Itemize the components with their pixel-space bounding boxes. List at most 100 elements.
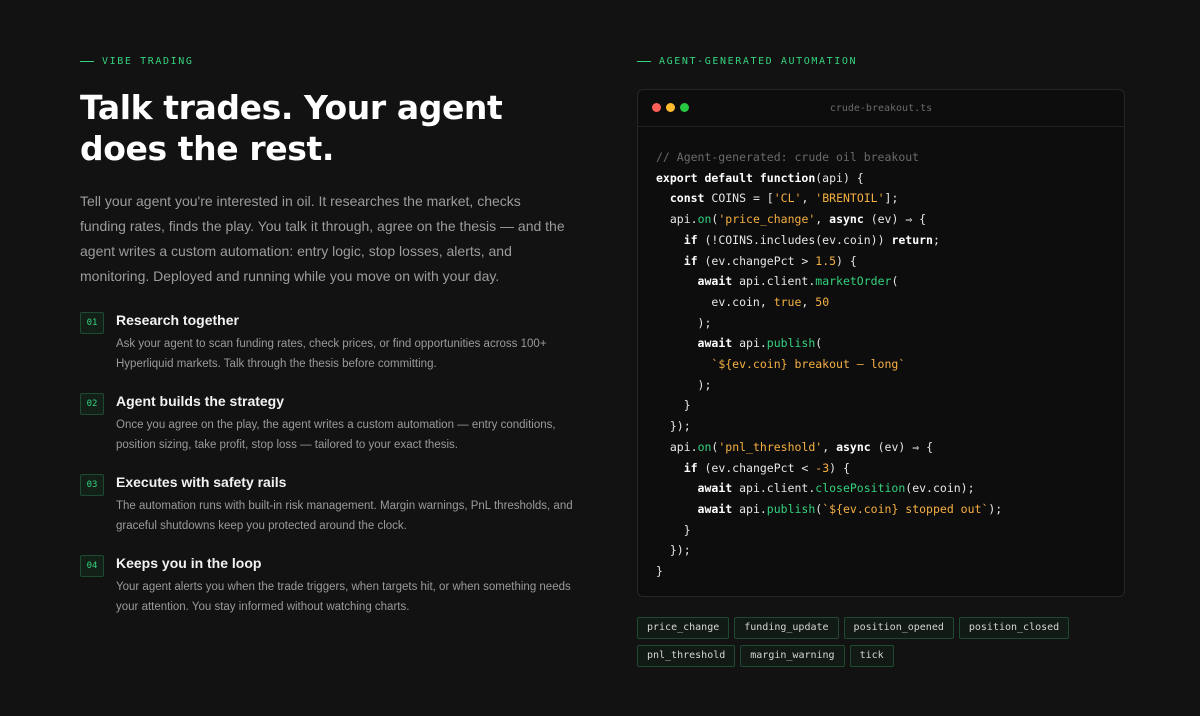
code-function: marketOrder xyxy=(815,274,892,289)
maximize-dot-icon xyxy=(680,103,689,112)
step-body: Agent builds the strategy Once you agree… xyxy=(116,392,576,455)
step-description: Once you agree on the play, the agent wr… xyxy=(116,419,556,451)
step-number-badge: 02 xyxy=(80,393,104,415)
section-eyebrow: AGENT-GENERATED AUTOMATION xyxy=(637,56,1125,67)
code-number: 50 xyxy=(815,294,830,309)
step-number-badge: 03 xyxy=(80,474,104,496)
code-number: 1.5 xyxy=(815,253,837,268)
code-boolean: true xyxy=(773,294,802,309)
code-block[interactable]: // Agent-generated: crude oil breakout e… xyxy=(638,127,1124,582)
code-window[interactable]: crude-breakout.ts // Agent-generated: cr… xyxy=(637,89,1125,597)
code-text: } xyxy=(656,564,663,579)
code-text: ); xyxy=(988,501,1003,516)
code-text: api.client. xyxy=(732,274,816,289)
code-string: 'CL' xyxy=(773,191,802,206)
steps-list: 01 Research together Ask your agent to s… xyxy=(80,311,580,617)
code-string: 'pnl_threshold' xyxy=(718,439,823,454)
code-text: ; xyxy=(932,232,940,247)
code-text: ) { xyxy=(829,460,850,475)
window-controls xyxy=(652,103,694,112)
step-number-badge: 04 xyxy=(80,555,104,577)
code-keyword: const xyxy=(669,191,705,206)
step-title: Research together xyxy=(116,312,239,328)
step-description: The automation runs with built-in risk m… xyxy=(116,500,573,532)
code-text: , xyxy=(822,439,837,454)
code-text: }); xyxy=(669,419,691,434)
event-tag[interactable]: funding_update xyxy=(734,617,839,639)
code-string: 'BRENTOIL' xyxy=(815,191,885,206)
code-number: -3 xyxy=(815,460,830,475)
code-text: (ev.changePct > xyxy=(697,253,816,268)
code-text: (ev.changePct < xyxy=(697,460,816,475)
code-text: ( xyxy=(815,336,823,351)
code-text: ev.coin, xyxy=(711,294,774,309)
event-tag[interactable]: price_change xyxy=(637,617,730,639)
code-keyword: await xyxy=(697,481,733,496)
code-function: on xyxy=(697,439,712,454)
code-text: api. xyxy=(669,212,698,227)
section-eyebrow: VIBE TRADING xyxy=(80,56,580,67)
code-function: on xyxy=(697,212,712,227)
code-string: `${ev.coin} breakout — long` xyxy=(711,357,906,372)
step-item: 03 Executes with safety rails The automa… xyxy=(80,473,580,536)
code-keyword: return xyxy=(891,232,933,247)
code-text: ); xyxy=(697,377,712,392)
event-tag[interactable]: pnl_threshold xyxy=(637,645,736,667)
eyebrow-text: VIBE TRADING xyxy=(102,56,194,67)
code-text: api. xyxy=(732,336,767,351)
code-text: (ev) ⇒ { xyxy=(870,439,934,454)
code-text: ]; xyxy=(884,191,899,206)
eyebrow-dash xyxy=(637,61,651,62)
step-title: Keeps you in the loop xyxy=(116,555,262,571)
step-description: Your agent alerts you when the trade tri… xyxy=(116,581,571,613)
close-dot-icon xyxy=(652,103,661,112)
code-showcase: AGENT-GENERATED AUTOMATION crude-breakou… xyxy=(637,56,1125,673)
event-tag[interactable]: position_opened xyxy=(843,617,954,639)
step-body: Keeps you in the loop Your agent alerts … xyxy=(116,554,576,617)
code-keyword: export default function xyxy=(656,170,816,185)
code-text: } xyxy=(683,398,691,413)
step-body: Research together Ask your agent to scan… xyxy=(116,311,576,374)
headline-line-1: Talk trades. Your agent xyxy=(80,88,503,127)
code-text: , xyxy=(801,191,816,206)
event-tag[interactable]: margin_warning xyxy=(740,645,845,667)
code-text: }); xyxy=(669,543,691,558)
code-function: publish xyxy=(766,336,816,351)
code-text: , xyxy=(801,294,816,309)
step-item: 01 Research together Ask your agent to s… xyxy=(80,311,580,374)
code-string: `${ev.coin} stopped out` xyxy=(822,501,989,516)
code-text: } xyxy=(683,522,691,537)
step-number-badge: 01 xyxy=(80,312,104,334)
eyebrow-text: AGENT-GENERATED AUTOMATION xyxy=(659,56,858,67)
code-comment: // Agent-generated: crude oil breakout xyxy=(656,150,920,164)
code-text: ( xyxy=(891,274,899,289)
event-tag[interactable]: tick xyxy=(849,645,894,667)
code-text: (ev.coin); xyxy=(905,481,975,496)
step-title: Executes with safety rails xyxy=(116,474,287,490)
code-keyword: await xyxy=(697,501,733,516)
event-tag[interactable]: position_closed xyxy=(958,617,1070,639)
code-keyword: if xyxy=(683,232,698,247)
code-window-titlebar: crude-breakout.ts xyxy=(638,90,1124,127)
step-title: Agent builds the strategy xyxy=(116,393,285,409)
code-filename: crude-breakout.ts xyxy=(829,102,933,114)
code-text: , xyxy=(815,212,830,227)
code-text: COINS = [ xyxy=(704,191,774,206)
step-item: 02 Agent builds the strategy Once you ag… xyxy=(80,392,580,455)
step-body: Executes with safety rails The automatio… xyxy=(116,473,576,536)
step-item: 04 Keeps you in the loop Your agent aler… xyxy=(80,554,580,617)
code-keyword: if xyxy=(683,253,698,268)
code-keyword: async xyxy=(829,212,864,227)
eyebrow-dash xyxy=(80,61,94,62)
intro-paragraph: Tell your agent you're interested in oil… xyxy=(80,193,565,284)
code-string: 'price_change' xyxy=(718,212,816,227)
code-text: api. xyxy=(669,439,698,454)
headline-line-2: does the rest. xyxy=(80,129,334,168)
code-text: ); xyxy=(697,315,712,330)
code-text: ) { xyxy=(836,253,857,268)
page-title: Talk trades. Your agent does the rest. xyxy=(80,87,580,169)
code-text: api.client. xyxy=(732,481,816,496)
event-tags: price_change funding_update position_ope… xyxy=(637,617,1125,673)
code-function: publish xyxy=(766,501,816,516)
code-keyword: await xyxy=(697,336,733,351)
